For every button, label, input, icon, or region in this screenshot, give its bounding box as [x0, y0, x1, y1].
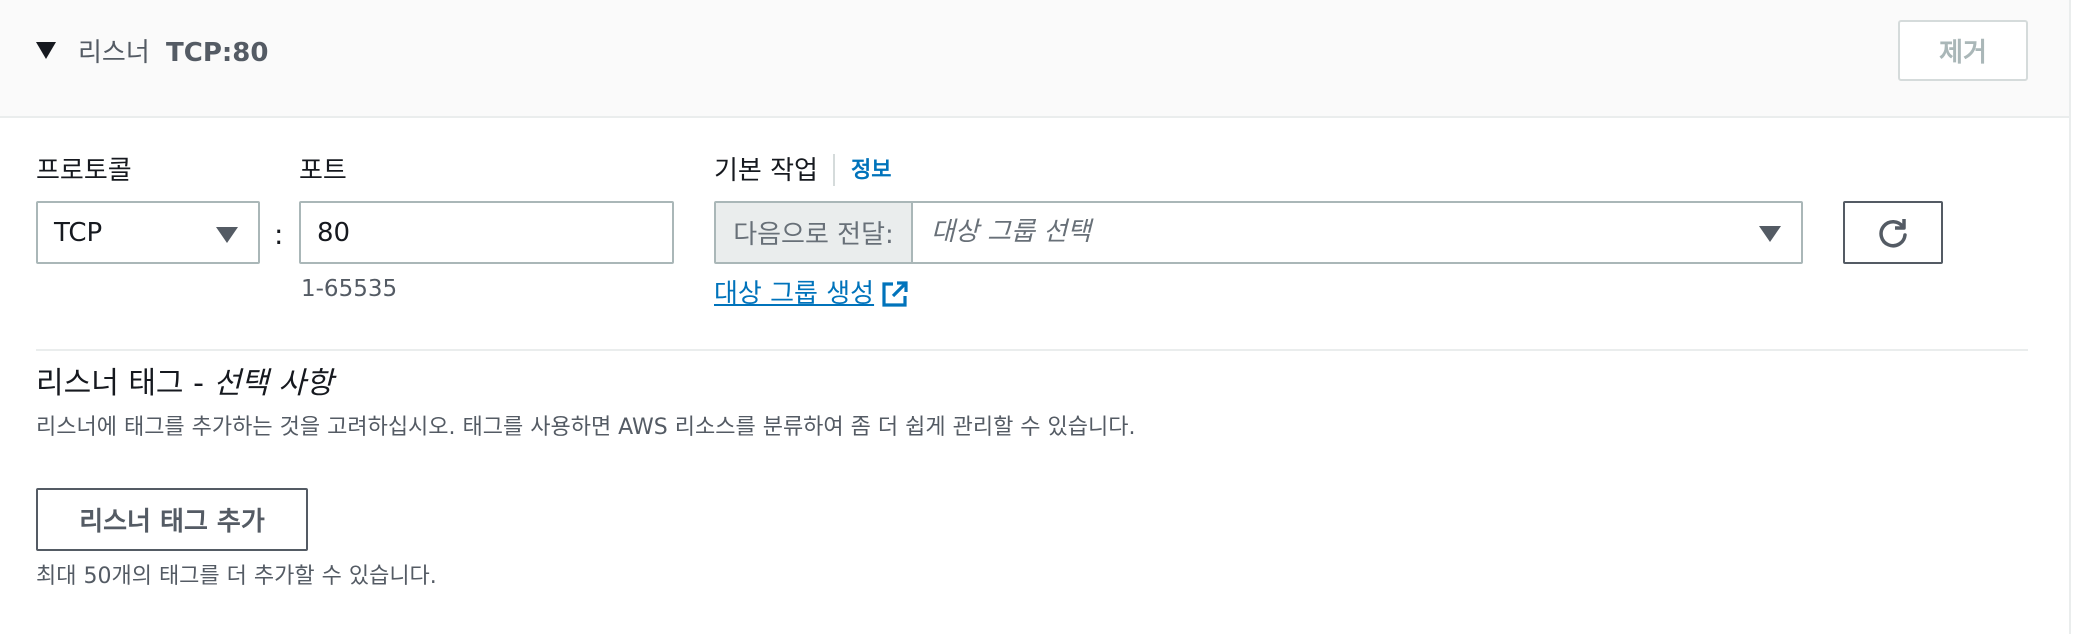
- chevron-down-icon: [216, 227, 238, 243]
- tag-limit-text: 최대 50개의 태그를 더 추가할 수 있습니다.: [36, 564, 437, 589]
- info-separator: [833, 154, 835, 186]
- add-listener-tag-button[interactable]: 리스너 태그 추가: [36, 488, 308, 551]
- protocol-label: 프로토콜: [36, 156, 132, 186]
- listener-tags-heading: 리스너 태그 - 선택 사항: [36, 364, 333, 404]
- protocol-value: TCP: [54, 218, 103, 248]
- chevron-down-icon: [1759, 226, 1781, 242]
- listener-panel: 리스너 TCP:80 제거 프로토콜 TCP : 포트 80 1-65535 기…: [0, 0, 2071, 634]
- listener-header-value: TCP:80: [166, 38, 269, 68]
- colon-separator: :: [274, 218, 284, 251]
- refresh-button[interactable]: [1843, 201, 1943, 264]
- info-link[interactable]: 정보: [851, 156, 891, 186]
- forward-to-prefix: 다음으로 전달:: [716, 203, 913, 262]
- collapse-caret-icon[interactable]: [36, 42, 56, 59]
- port-value: 80: [317, 218, 351, 248]
- listener-tags-description: 리스너에 태그를 추가하는 것을 고려하십시오. 태그를 사용하면 AWS 리소…: [36, 415, 1136, 440]
- protocol-select[interactable]: TCP: [36, 201, 260, 264]
- default-action-label: 기본 작업: [714, 156, 818, 186]
- remove-button[interactable]: 제거: [1898, 20, 2028, 81]
- target-group-placeholder: 대상 그룹 선택: [931, 217, 1092, 247]
- port-range-hint: 1-65535: [301, 276, 398, 302]
- port-input[interactable]: 80: [299, 201, 674, 264]
- listener-tags-title: 리스너 태그 -: [36, 366, 204, 401]
- section-divider: [36, 349, 2028, 351]
- listener-header-label: 리스너: [78, 38, 150, 68]
- optional-label: 선택 사항: [213, 366, 334, 401]
- create-target-group-link[interactable]: 대상 그룹 생성: [714, 277, 874, 311]
- target-group-select[interactable]: 다음으로 전달: 대상 그룹 선택: [714, 201, 1803, 264]
- listener-header[interactable]: 리스너 TCP:80 제거: [0, 0, 2069, 118]
- port-label: 포트: [299, 156, 347, 186]
- refresh-icon: [1879, 218, 1907, 247]
- external-link-icon[interactable]: [880, 279, 910, 309]
